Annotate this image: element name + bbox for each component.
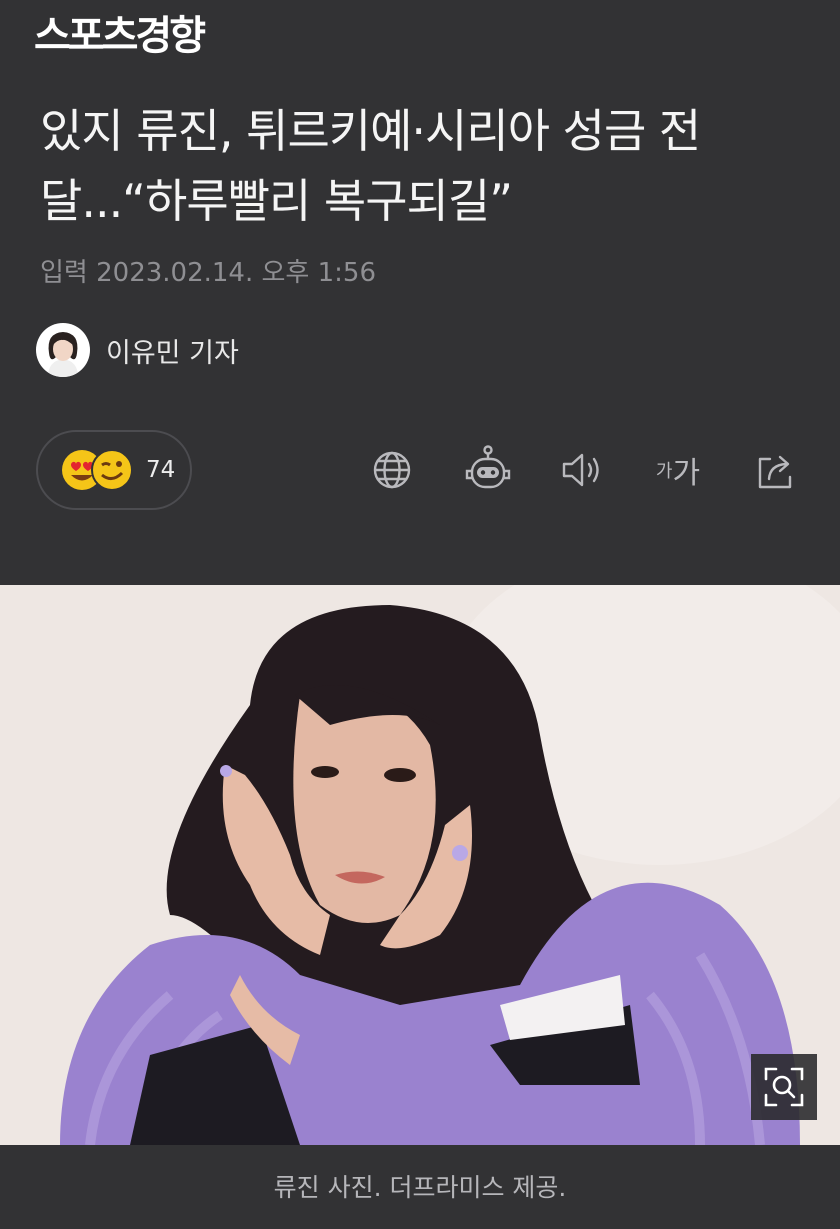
- font-size-button[interactable]: 가가: [648, 440, 708, 500]
- photo-caption: 류진 사진. 더프라미스 제공.: [273, 1173, 567, 1202]
- font-size-small-label: 가: [655, 461, 673, 482]
- reaction-count: 74: [146, 457, 176, 483]
- reaction-emojis: [60, 448, 136, 492]
- globe-icon: [373, 451, 411, 489]
- author-byline[interactable]: 이유민 기자: [36, 322, 239, 378]
- winking-emoji-icon: [91, 449, 133, 491]
- author-name[interactable]: 이유민 기자: [106, 331, 239, 370]
- share-icon: [758, 455, 792, 489]
- font-size-large-label: 가: [672, 456, 701, 491]
- brand-logo[interactable]: 스포츠경향: [34, 12, 206, 60]
- robot-icon: [465, 445, 511, 489]
- photo-illustration: [0, 585, 840, 1145]
- translate-button[interactable]: [362, 440, 422, 500]
- article-headline: 있지 류진, 튀르키예·시리아 성금 전달...“하루빨리 복구되길”: [40, 104, 701, 228]
- reaction-button[interactable]: 74: [36, 430, 192, 510]
- photo-zoom-button[interactable]: [751, 1054, 817, 1120]
- ai-summary-button[interactable]: [458, 440, 518, 500]
- listen-button[interactable]: [553, 440, 613, 500]
- article-photo[interactable]: [0, 585, 840, 1145]
- article-dateline: 입력 2023.02.14. 오후 1:56: [40, 258, 376, 288]
- magnify-icon: [764, 1067, 804, 1107]
- author-avatar[interactable]: [36, 323, 90, 377]
- speaker-icon: [562, 453, 599, 487]
- share-button[interactable]: [746, 440, 806, 500]
